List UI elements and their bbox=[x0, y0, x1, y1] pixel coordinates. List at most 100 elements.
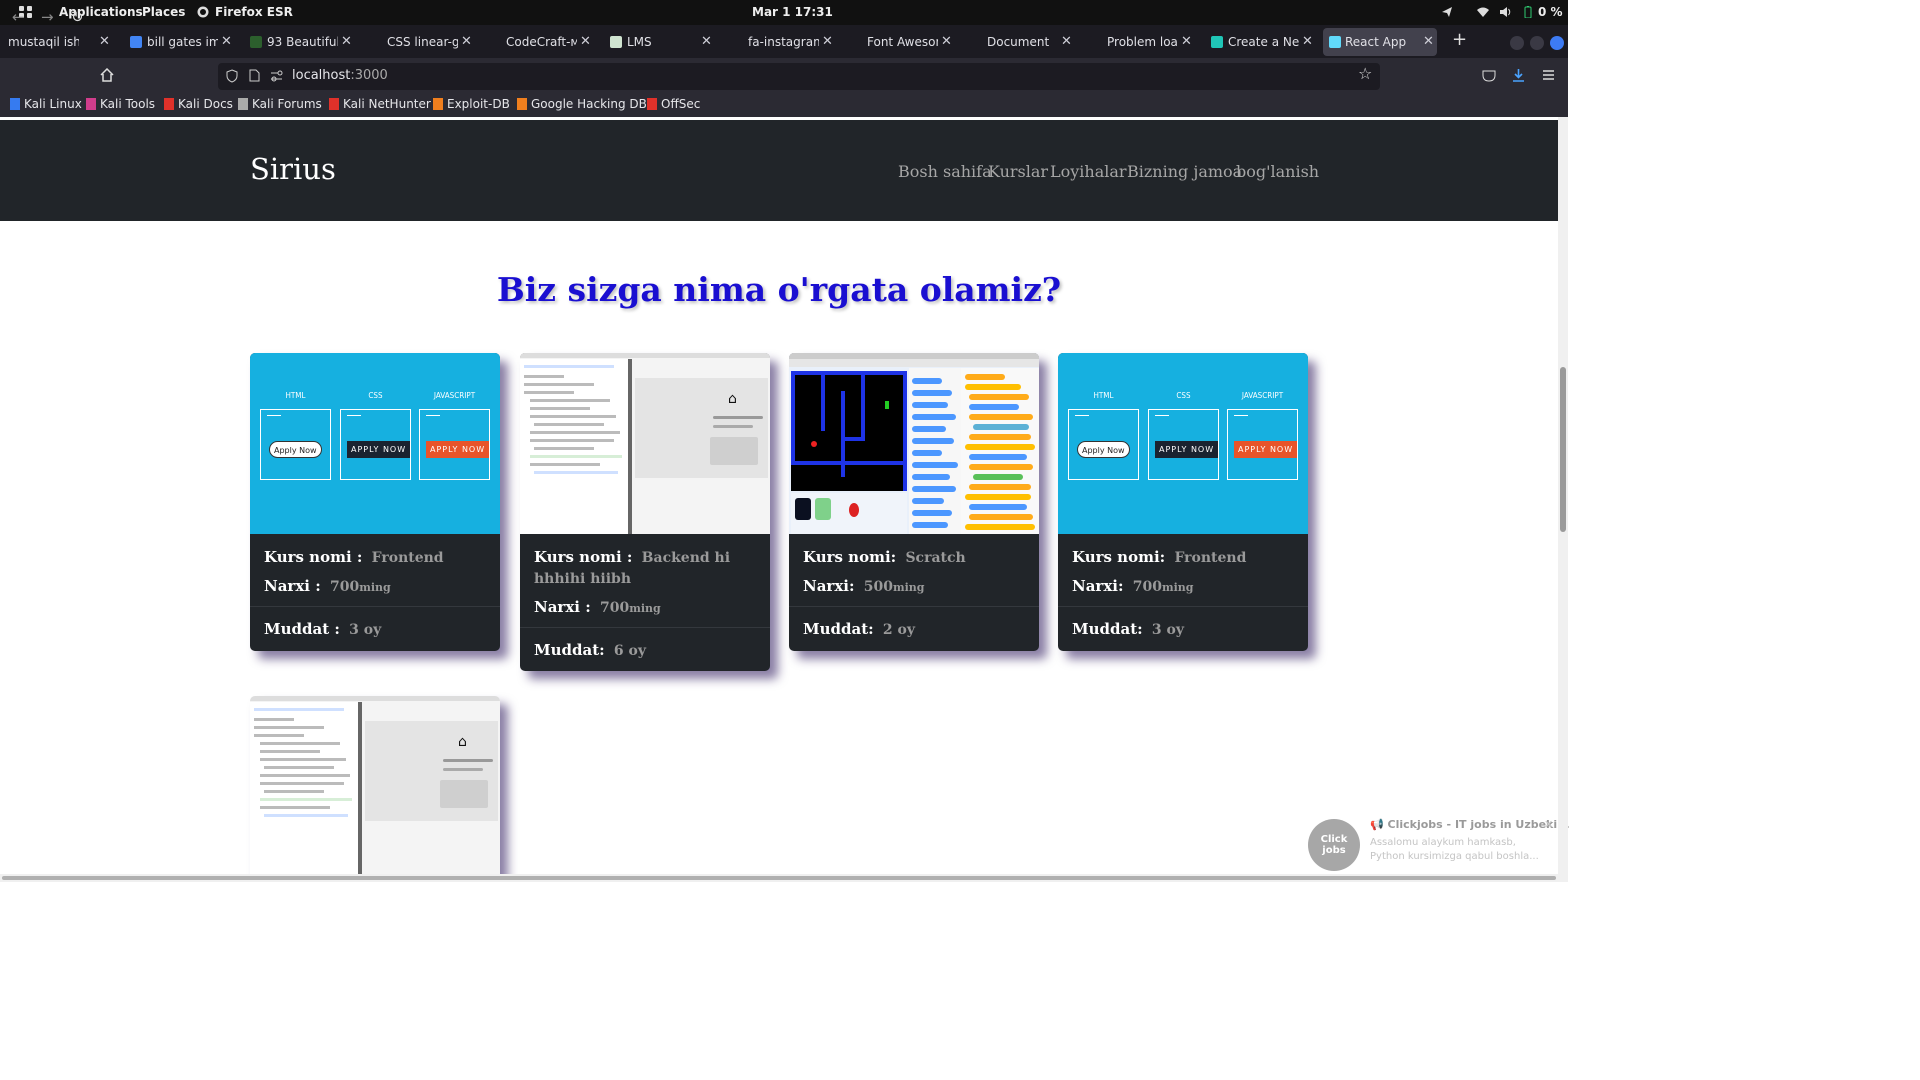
browser-tab[interactable]: Create a Netli✕ bbox=[1211, 28, 1316, 56]
bookmark-item[interactable]: OffSec bbox=[647, 97, 700, 111]
page-info-icon[interactable] bbox=[249, 69, 260, 82]
course-duration-row: Muddat: 3 oy bbox=[1072, 619, 1294, 640]
downloads-icon[interactable] bbox=[1512, 68, 1525, 82]
bookmark-label: Kali Forums bbox=[252, 97, 322, 111]
image-column: APPLY NOW bbox=[340, 409, 411, 480]
browser-tab[interactable]: fa-instagram ✕ bbox=[731, 28, 836, 56]
browser-tab[interactable]: CSS linear-gra✕ bbox=[370, 28, 475, 56]
browser-tab[interactable]: CodeCraft-мир п✕ bbox=[489, 28, 594, 56]
minimize-window-button[interactable] bbox=[1510, 36, 1524, 50]
tab-close-icon[interactable]: ✕ bbox=[1061, 28, 1072, 56]
nav-link-team[interactable]: Bizning jamoa bbox=[1127, 162, 1242, 181]
close-icon[interactable]: ✕ bbox=[1544, 818, 1553, 831]
bookmark-label: Kali Linux bbox=[24, 97, 82, 111]
favicon-icon bbox=[610, 36, 622, 48]
browser-tab[interactable]: 93 Beautiful C✕ bbox=[250, 28, 355, 56]
back-arrow-icon[interactable]: ← bbox=[12, 8, 25, 26]
tab-close-icon[interactable]: ✕ bbox=[941, 28, 952, 56]
reload-icon[interactable]: ↻ bbox=[71, 8, 84, 26]
tab-close-icon[interactable]: ✕ bbox=[341, 28, 352, 56]
url-bar[interactable] bbox=[218, 63, 1380, 90]
permissions-icon[interactable] bbox=[270, 70, 283, 82]
clock[interactable]: Mar 1 17:31 bbox=[752, 5, 833, 19]
brand-logo[interactable]: Sirius bbox=[250, 152, 336, 186]
bookmark-item[interactable]: Google Hacking DB bbox=[517, 97, 647, 111]
nav-link-contact[interactable]: bog'lanish bbox=[1236, 162, 1319, 181]
tab-close-icon[interactable]: ✕ bbox=[1181, 28, 1192, 56]
scratch-block-palette bbox=[909, 368, 961, 534]
bookmark-item[interactable]: Kali NetHunter bbox=[329, 97, 431, 111]
price-unit: ming bbox=[629, 602, 661, 615]
course-card[interactable]: ⌂ bbox=[250, 696, 500, 874]
volume-icon[interactable] bbox=[1499, 6, 1511, 18]
new-tab-button[interactable]: + bbox=[1452, 29, 1467, 50]
price-unit: ming bbox=[359, 581, 391, 594]
forward-arrow-icon[interactable]: → bbox=[41, 8, 54, 26]
bookmark-item[interactable]: Kali Forums bbox=[238, 97, 322, 111]
close-window-button[interactable] bbox=[1550, 36, 1564, 50]
nav-link-courses[interactable]: Kurslar bbox=[988, 162, 1048, 181]
image-label-css: CSS bbox=[368, 391, 383, 400]
card-footer: Muddat: 6 oy bbox=[520, 627, 770, 667]
browser-tab[interactable]: Font Awesome✕ bbox=[850, 28, 955, 56]
shield-icon[interactable] bbox=[226, 69, 238, 83]
course-price-label: Narxi : bbox=[534, 598, 591, 616]
bookmark-favicon-icon bbox=[329, 98, 339, 110]
favicon-icon bbox=[130, 36, 142, 48]
tab-title: 93 Beautiful C bbox=[267, 35, 338, 49]
browser-tab[interactable]: LMS ✕ bbox=[610, 28, 715, 56]
favicon-icon bbox=[1211, 36, 1223, 48]
course-card[interactable]: HTML CSS JAVASCRIPT Apply Now APPLY NOW … bbox=[250, 353, 500, 651]
course-image-html-css-js: HTML CSS JAVASCRIPT Apply Now APPLY NOW … bbox=[250, 353, 500, 534]
course-duration-label: Muddat: bbox=[1072, 620, 1143, 638]
home-icon[interactable] bbox=[100, 68, 114, 82]
course-card[interactable]: Kurs nomi: Scratch Narxi: 500ming Muddat… bbox=[789, 353, 1039, 651]
chat-message: Assalomu alaykum hamkasb, Python kursimiz… bbox=[1370, 837, 1539, 862]
tab-close-icon[interactable]: ✕ bbox=[701, 28, 712, 56]
tab-close-icon[interactable]: ✕ bbox=[580, 28, 591, 56]
tab-close-icon[interactable]: ✕ bbox=[1423, 28, 1434, 56]
course-name: Frontend bbox=[371, 550, 444, 566]
bookmark-item[interactable]: Exploit-DB bbox=[433, 97, 510, 111]
image-label-html: HTML bbox=[285, 391, 306, 400]
horizontal-scrollbar[interactable] bbox=[0, 874, 1568, 882]
pocket-icon[interactable] bbox=[1482, 69, 1496, 82]
battery-icon[interactable] bbox=[1522, 6, 1534, 18]
maximize-window-button[interactable] bbox=[1530, 36, 1544, 50]
active-app-label[interactable]: Firefox ESR bbox=[215, 5, 293, 19]
bookmark-favicon-icon bbox=[647, 98, 657, 110]
menu-hamburger-icon[interactable] bbox=[1542, 69, 1555, 81]
browser-tab[interactable]: Document ✕ bbox=[970, 28, 1075, 56]
chat-notification[interactable]: Click jobs 📢 Clickjobs - IT jobs in Uzbe… bbox=[1304, 816, 1570, 874]
bookmark-item[interactable]: Kali Linux bbox=[10, 97, 82, 111]
tab-close-icon[interactable]: ✕ bbox=[461, 28, 472, 56]
image-label-js: JAVASCRIPT bbox=[1241, 391, 1284, 400]
favicon-icon bbox=[489, 36, 501, 48]
url-text[interactable]: localhost:3000 bbox=[292, 68, 388, 83]
bookmark-item[interactable]: Kali Tools bbox=[86, 97, 155, 111]
places-menu[interactable]: Places bbox=[142, 5, 185, 19]
browser-tab[interactable]: mustaqil ish 1 ✕ bbox=[8, 28, 113, 56]
telegram-tray-icon[interactable] bbox=[1441, 6, 1453, 18]
wifi-icon[interactable] bbox=[1477, 6, 1489, 18]
course-card[interactable]: ⌂ Kurs nomi : Backend hi hhhihi hiibh Na… bbox=[520, 353, 770, 671]
tab-close-icon[interactable]: ✕ bbox=[221, 28, 232, 56]
image-column: Apply Now bbox=[260, 409, 331, 480]
tab-close-icon[interactable]: ✕ bbox=[99, 28, 110, 56]
tab-close-icon[interactable]: ✕ bbox=[822, 28, 833, 56]
vertical-scrollbar[interactable] bbox=[1558, 117, 1568, 874]
bookmark-item[interactable]: Kali Docs bbox=[164, 97, 233, 111]
browser-tab[interactable]: bill gates img✕ bbox=[130, 28, 235, 56]
nav-link-home[interactable]: Bosh sahifa bbox=[898, 162, 992, 181]
course-price-row: Narxi: 500ming bbox=[803, 576, 1025, 598]
nav-link-projects[interactable]: Loyihalar bbox=[1050, 162, 1127, 181]
browser-tab[interactable]: React App ✕ bbox=[1323, 28, 1437, 56]
browser-tab[interactable]: Problem load ✕ bbox=[1090, 28, 1195, 56]
course-name-label: Kurs nomi : bbox=[534, 548, 633, 566]
course-card[interactable]: HTML CSS JAVASCRIPT Apply Now APPLY NOW … bbox=[1058, 353, 1308, 651]
tab-close-icon[interactable]: ✕ bbox=[1302, 28, 1313, 56]
bookmark-favicon-icon bbox=[238, 98, 248, 110]
image-apply-text: APPLY NOW bbox=[347, 441, 411, 458]
bookmark-star-icon[interactable]: ☆ bbox=[1358, 64, 1372, 83]
chat-bubble-button[interactable]: Click jobs bbox=[1308, 819, 1360, 871]
